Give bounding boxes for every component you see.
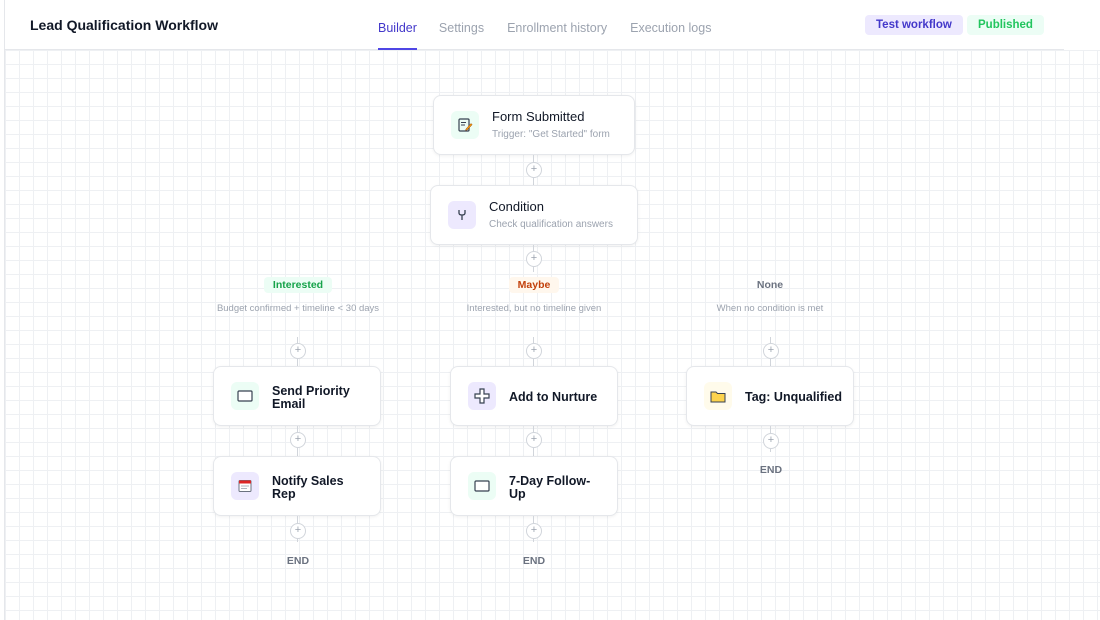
add-step-icon[interactable]: + (526, 523, 542, 539)
add-step-icon[interactable]: + (763, 343, 779, 359)
workflow-app: Lead Qualification Workflow Builder Sett… (4, 0, 1100, 620)
branch-label-maybe: Maybe (484, 277, 584, 293)
branch-label-none: None (720, 277, 820, 293)
workflow-title: Lead Qualification Workflow (30, 17, 218, 33)
branch-icon (448, 201, 476, 229)
step-card-notify-sales-rep[interactable]: Notify Sales Rep (213, 456, 381, 516)
branch-label-interested: Interested (248, 277, 348, 293)
step-title: Add to Nurture (509, 390, 598, 404)
workflow-canvas[interactable]: Form Submitted Trigger: "Get Started" fo… (5, 50, 1100, 620)
step-title: Tag: Unqualified (745, 390, 842, 404)
tab-bar: Builder Settings Enrollment history Exec… (378, 0, 734, 50)
branch-description: When no condition is met (716, 303, 824, 314)
add-step-icon[interactable]: + (526, 162, 542, 178)
tab-settings[interactable]: Settings (439, 0, 484, 50)
step-card-add-to-nurture[interactable]: Add to Nurture (450, 366, 618, 426)
step-card-7-day-follow-up[interactable]: 7-Day Follow-Up (450, 456, 618, 516)
trigger-title: Form Submitted (492, 109, 585, 124)
end-marker: END (286, 555, 310, 567)
condition-title: Condition (489, 199, 544, 214)
plus-cross-icon (468, 382, 496, 410)
branch-badge: Interested (263, 277, 333, 293)
condition-card[interactable]: Condition Check qualification answers (430, 185, 638, 245)
branch-badge: Maybe (508, 277, 560, 293)
calendar-icon (231, 472, 259, 500)
condition-subtitle: Check qualification answers (489, 219, 613, 230)
trigger-subtitle: Trigger: "Get Started" form (492, 129, 610, 140)
add-step-icon[interactable]: + (290, 343, 306, 359)
branch-description: Budget confirmed + timeline < 30 days (216, 303, 380, 314)
add-step-icon[interactable]: + (526, 343, 542, 359)
email-icon (231, 382, 259, 410)
step-card-send-priority-email[interactable]: Send Priority Email (213, 366, 381, 426)
tab-enrollment-history[interactable]: Enrollment history (507, 0, 607, 50)
workflow-header: Lead Qualification Workflow Builder Sett… (5, 0, 1064, 50)
add-step-icon[interactable]: + (763, 433, 779, 449)
tab-builder[interactable]: Builder (378, 0, 417, 50)
form-icon (451, 111, 479, 139)
email-icon (468, 472, 496, 500)
tab-execution-logs[interactable]: Execution logs (630, 0, 711, 50)
trigger-card[interactable]: Form Submitted Trigger: "Get Started" fo… (433, 95, 635, 155)
folder-icon (704, 382, 732, 410)
step-card-tag-unqualified[interactable]: Tag: Unqualified (686, 366, 854, 426)
end-marker: END (522, 555, 546, 567)
test-workflow-button[interactable]: Test workflow (865, 15, 963, 35)
end-marker: END (759, 464, 783, 476)
add-step-icon[interactable]: + (526, 432, 542, 448)
step-title: Notify Sales Rep (272, 474, 344, 501)
step-title: 7-Day Follow-Up (509, 474, 591, 501)
add-step-icon[interactable]: + (526, 251, 542, 267)
add-step-icon[interactable]: + (290, 523, 306, 539)
branch-badge: None (756, 279, 784, 291)
add-step-icon[interactable]: + (290, 432, 306, 448)
branch-description: Interested, but no timeline given (466, 303, 602, 314)
published-status-badge[interactable]: Published (967, 15, 1044, 35)
step-title: Send Priority Email (272, 384, 350, 411)
